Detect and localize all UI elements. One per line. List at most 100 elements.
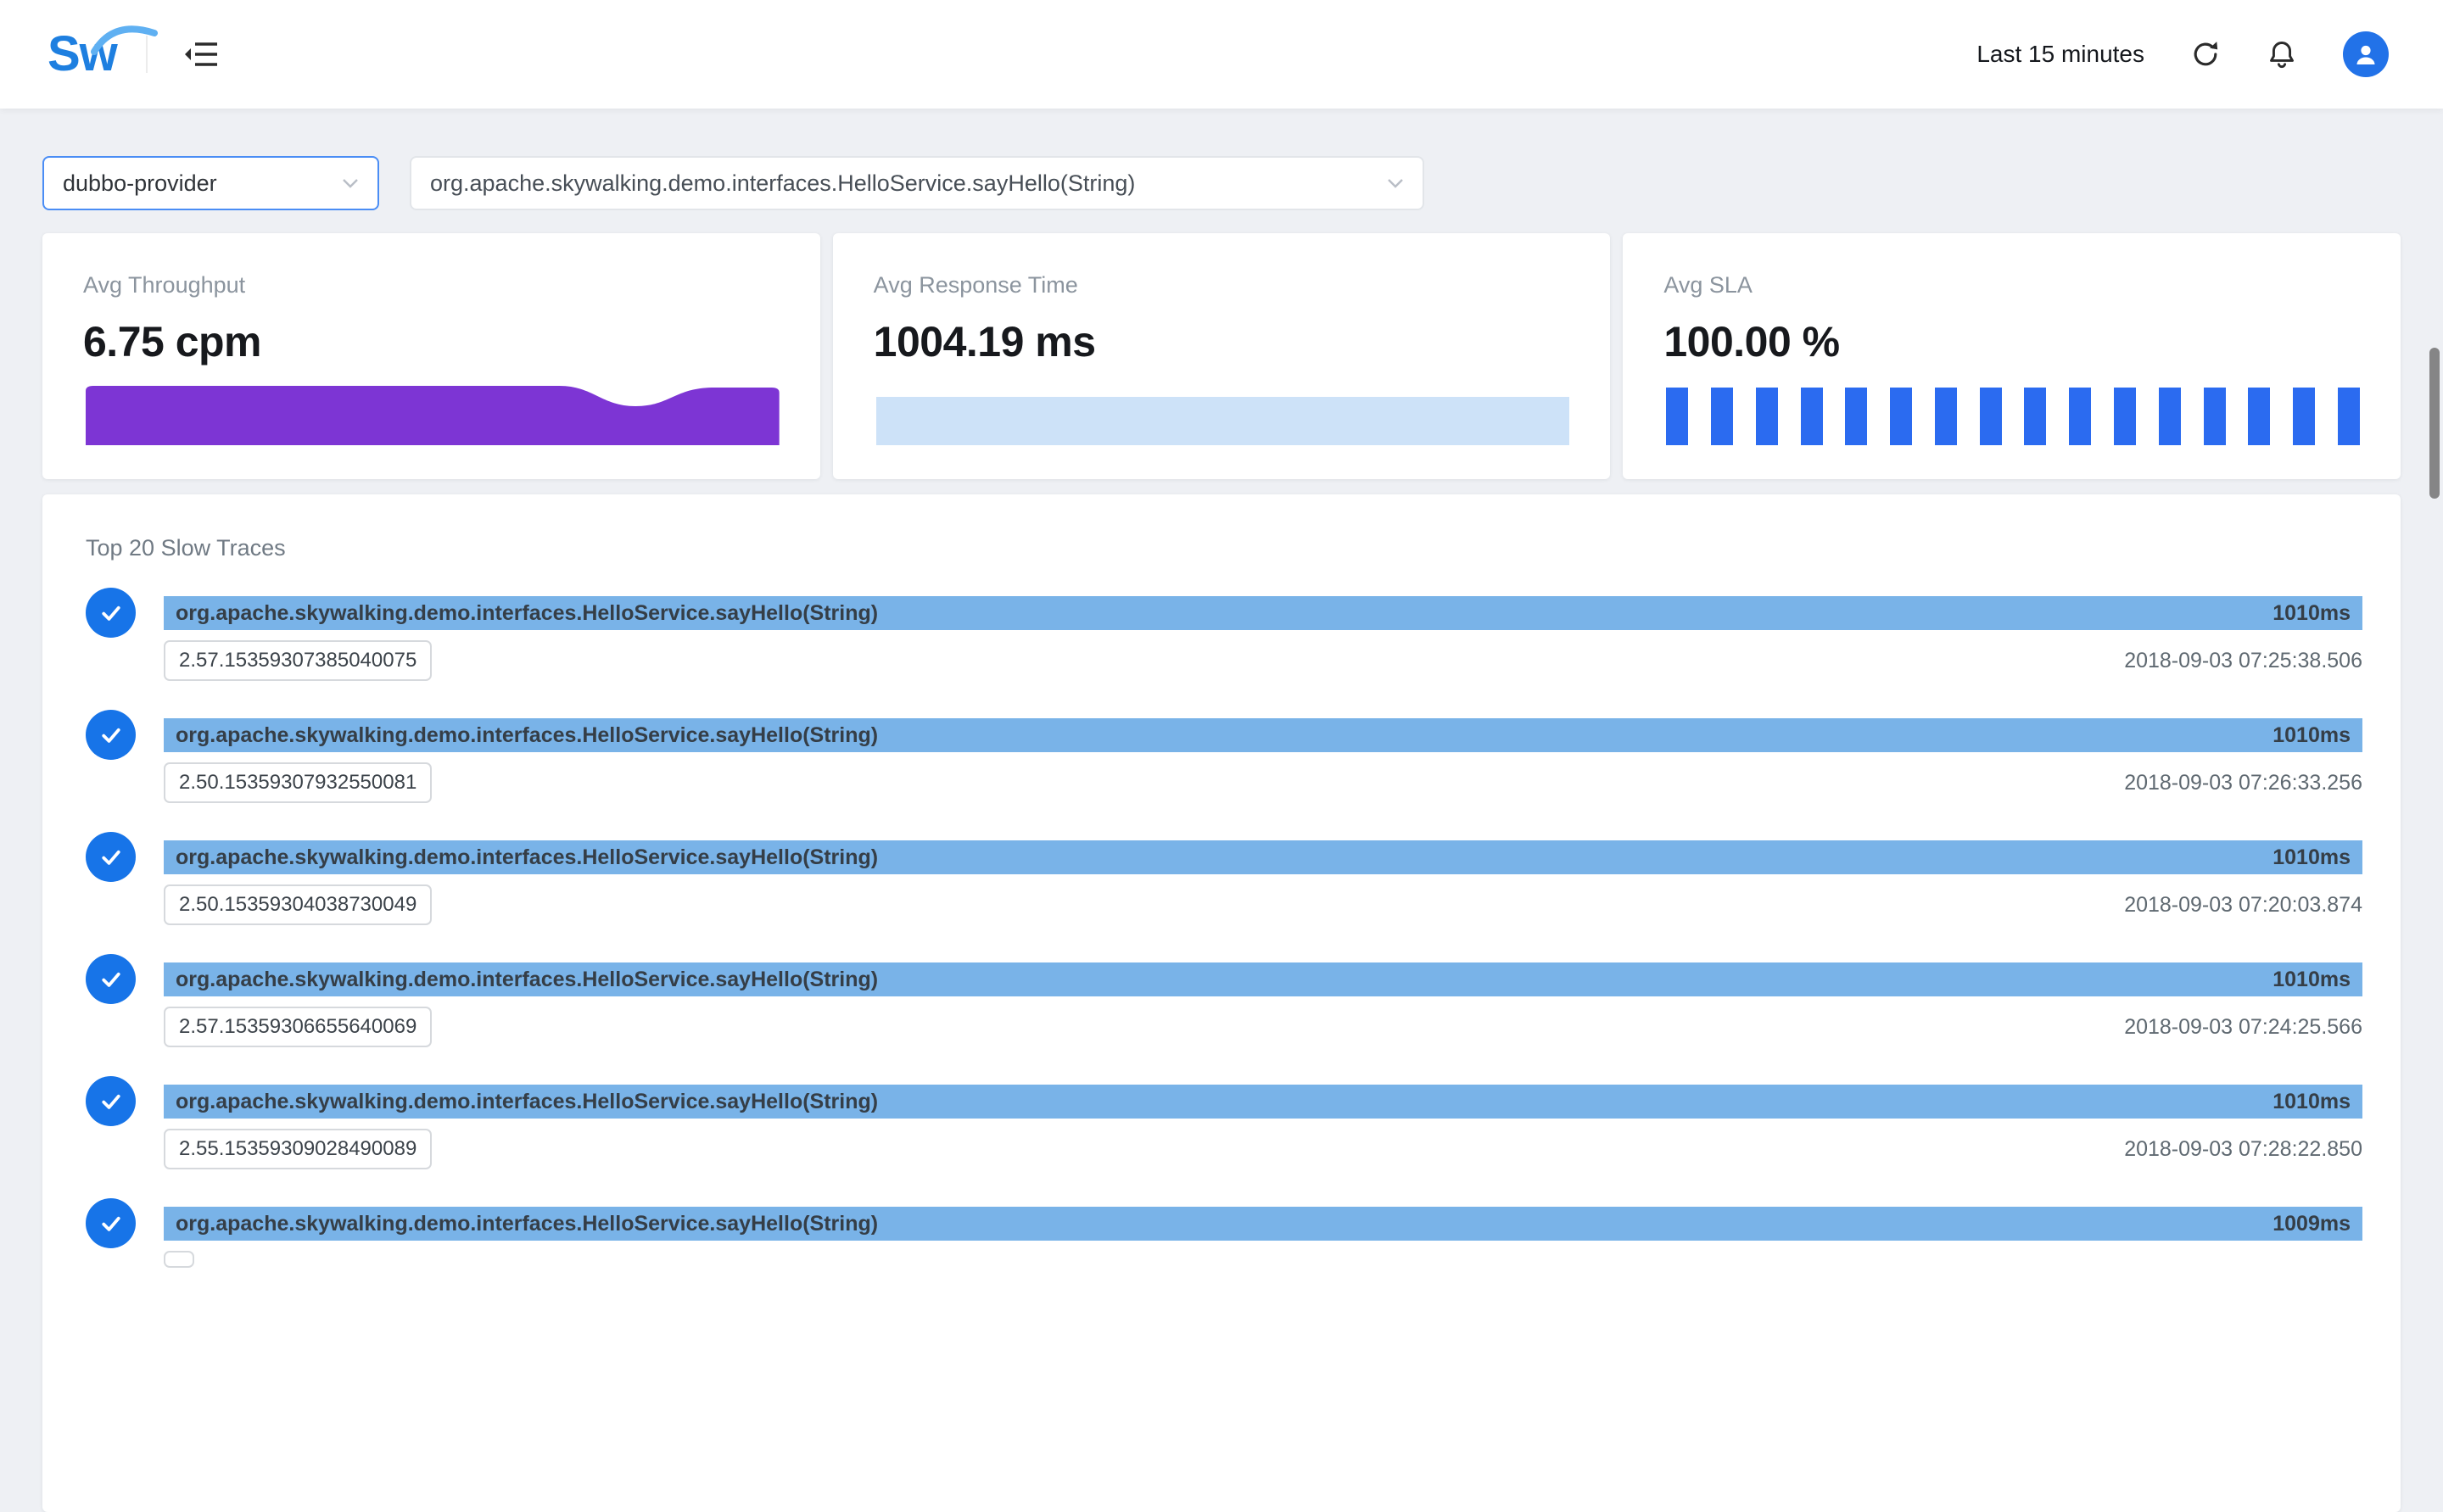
sla-bar bbox=[2338, 388, 2360, 445]
chevron-down-icon bbox=[342, 178, 359, 188]
top-header: Sw Last 15 minutes bbox=[0, 0, 2443, 109]
sla-bar bbox=[1935, 388, 1957, 445]
trace-row: org.apache.skywalking.demo.interfaces.He… bbox=[86, 840, 2362, 925]
trace-body: org.apache.skywalking.demo.interfaces.He… bbox=[164, 840, 2362, 925]
logo-text: Sw bbox=[48, 30, 117, 79]
user-icon bbox=[2352, 41, 2379, 68]
trace-endpoint-label: org.apache.skywalking.demo.interfaces.He… bbox=[176, 1212, 878, 1236]
trace-success-icon bbox=[86, 832, 136, 882]
throughput-chart bbox=[86, 383, 780, 445]
trace-body: org.apache.skywalking.demo.interfaces.He… bbox=[164, 596, 2362, 681]
trace-timestamp: 2018-09-03 07:24:25.566 bbox=[2124, 1015, 2362, 1040]
scrollbar-thumb[interactable] bbox=[2429, 348, 2440, 499]
response-time-label: Avg Response Time bbox=[874, 272, 1570, 298]
trace-duration-bar[interactable]: org.apache.skywalking.demo.interfaces.He… bbox=[164, 962, 2362, 996]
header-actions: Last 15 minutes bbox=[1976, 31, 2389, 77]
trace-success-icon bbox=[86, 588, 136, 638]
trace-duration-bar[interactable]: org.apache.skywalking.demo.interfaces.He… bbox=[164, 596, 2362, 630]
time-range-selector[interactable]: Last 15 minutes bbox=[1976, 41, 2144, 68]
sla-bar bbox=[1756, 388, 1778, 445]
sidebar-toggle-button[interactable] bbox=[183, 38, 221, 70]
sla-value: 100.00 % bbox=[1663, 317, 2360, 366]
trace-meta: 2.50.15359304038730049 2018-09-03 07:20:… bbox=[164, 884, 2362, 925]
trace-success-icon bbox=[86, 954, 136, 1004]
trace-meta bbox=[164, 1251, 2362, 1268]
trace-endpoint-label: org.apache.skywalking.demo.interfaces.He… bbox=[176, 723, 878, 748]
trace-endpoint-label: org.apache.skywalking.demo.interfaces.He… bbox=[176, 845, 878, 870]
slow-traces-panel: Top 20 Slow Traces org.apache.skywalking… bbox=[42, 494, 2401, 1512]
trace-row: org.apache.skywalking.demo.interfaces.He… bbox=[86, 596, 2362, 681]
trace-duration-bar[interactable]: org.apache.skywalking.demo.interfaces.He… bbox=[164, 1085, 2362, 1119]
trace-duration-bar[interactable]: org.apache.skywalking.demo.interfaces.He… bbox=[164, 718, 2362, 752]
sla-bar bbox=[1801, 388, 1823, 445]
trace-success-icon bbox=[86, 1198, 136, 1248]
metric-cards: Avg Throughput 6.75 cpm Avg Response Tim… bbox=[42, 233, 2401, 479]
trace-success-icon bbox=[86, 1076, 136, 1126]
refresh-icon bbox=[2190, 39, 2221, 70]
chevron-down-icon bbox=[1387, 178, 1404, 188]
trace-endpoint-label: org.apache.skywalking.demo.interfaces.He… bbox=[176, 601, 878, 626]
response-time-card: Avg Response Time 1004.19 ms bbox=[833, 233, 1611, 479]
sla-bar bbox=[2204, 388, 2226, 445]
service-selector[interactable]: dubbo-provider bbox=[42, 156, 379, 210]
trace-meta: 2.57.15359306655640069 2018-09-03 07:24:… bbox=[164, 1007, 2362, 1047]
menu-fold-icon bbox=[183, 38, 221, 70]
trace-duration-bar[interactable]: org.apache.skywalking.demo.interfaces.He… bbox=[164, 1207, 2362, 1241]
sla-label: Avg SLA bbox=[1663, 272, 2360, 298]
trace-meta: 2.57.15359307385040075 2018-09-03 07:25:… bbox=[164, 640, 2362, 681]
trace-id-chip[interactable]: 2.57.15359307385040075 bbox=[164, 640, 432, 681]
trace-meta: 2.55.15359309028490089 2018-09-03 07:28:… bbox=[164, 1129, 2362, 1169]
throughput-label: Avg Throughput bbox=[83, 272, 780, 298]
throughput-card: Avg Throughput 6.75 cpm bbox=[42, 233, 820, 479]
sla-bar bbox=[1666, 388, 1688, 445]
throughput-area-chart bbox=[86, 383, 780, 445]
sla-bar bbox=[2248, 388, 2270, 445]
trace-duration-label: 1010ms bbox=[2272, 723, 2351, 748]
refresh-button[interactable] bbox=[2190, 39, 2221, 70]
sla-bar bbox=[1711, 388, 1733, 445]
sla-bar bbox=[2114, 388, 2136, 445]
bell-icon bbox=[2267, 39, 2297, 70]
trace-success-icon bbox=[86, 710, 136, 760]
sla-bar bbox=[1845, 388, 1867, 445]
throughput-value: 6.75 cpm bbox=[83, 317, 780, 366]
trace-timestamp: 2018-09-03 07:26:33.256 bbox=[2124, 771, 2362, 795]
trace-timestamp: 2018-09-03 07:28:22.850 bbox=[2124, 1137, 2362, 1162]
sla-bar bbox=[1980, 388, 2002, 445]
response-time-chart bbox=[876, 397, 1570, 445]
main-content: dubbo-provider org.apache.skywalking.dem… bbox=[0, 109, 2443, 1512]
sla-bar bbox=[2293, 388, 2315, 445]
trace-duration-label: 1010ms bbox=[2272, 968, 2351, 992]
sla-bar bbox=[2069, 388, 2091, 445]
trace-id-chip[interactable] bbox=[164, 1251, 194, 1268]
response-time-value: 1004.19 ms bbox=[874, 317, 1570, 366]
sla-bar bbox=[2159, 388, 2181, 445]
trace-id-chip[interactable]: 2.57.15359306655640069 bbox=[164, 1007, 432, 1047]
skywalking-logo[interactable]: Sw bbox=[48, 30, 117, 79]
filter-bar: dubbo-provider org.apache.skywalking.dem… bbox=[42, 156, 2401, 210]
user-avatar[interactable] bbox=[2343, 31, 2389, 77]
trace-duration-label: 1010ms bbox=[2272, 1090, 2351, 1114]
trace-duration-bar[interactable]: org.apache.skywalking.demo.interfaces.He… bbox=[164, 840, 2362, 874]
trace-duration-label: 1010ms bbox=[2272, 601, 2351, 626]
sla-bar bbox=[2024, 388, 2046, 445]
header-divider bbox=[146, 36, 148, 73]
trace-row: org.apache.skywalking.demo.interfaces.He… bbox=[86, 718, 2362, 803]
slow-traces-title: Top 20 Slow Traces bbox=[86, 535, 2362, 561]
trace-endpoint-label: org.apache.skywalking.demo.interfaces.He… bbox=[176, 968, 878, 992]
trace-row: org.apache.skywalking.demo.interfaces.He… bbox=[86, 962, 2362, 1047]
endpoint-selector[interactable]: org.apache.skywalking.demo.interfaces.He… bbox=[410, 156, 1424, 210]
sla-chart bbox=[1666, 388, 2360, 445]
trace-id-chip[interactable]: 2.50.15359304038730049 bbox=[164, 884, 432, 925]
trace-body: org.apache.skywalking.demo.interfaces.He… bbox=[164, 1085, 2362, 1169]
trace-timestamp: 2018-09-03 07:25:38.506 bbox=[2124, 649, 2362, 673]
trace-id-chip[interactable]: 2.55.15359309028490089 bbox=[164, 1129, 432, 1169]
sla-card: Avg SLA 100.00 % bbox=[1623, 233, 2401, 479]
trace-body: org.apache.skywalking.demo.interfaces.He… bbox=[164, 962, 2362, 1047]
notifications-button[interactable] bbox=[2267, 39, 2297, 70]
service-selector-value: dubbo-provider bbox=[63, 170, 217, 197]
trace-duration-label: 1010ms bbox=[2272, 845, 2351, 870]
trace-row: org.apache.skywalking.demo.interfaces.He… bbox=[86, 1085, 2362, 1169]
trace-id-chip[interactable]: 2.50.15359307932550081 bbox=[164, 762, 432, 803]
trace-body: org.apache.skywalking.demo.interfaces.He… bbox=[164, 1207, 2362, 1268]
